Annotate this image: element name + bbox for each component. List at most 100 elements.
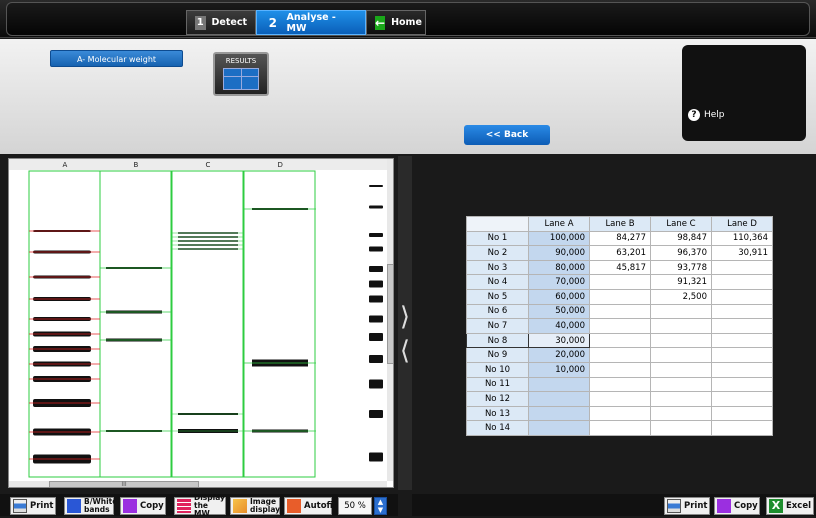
row-header[interactable]: No 1 [466, 230, 529, 247]
lane-d-cell[interactable] [711, 288, 773, 305]
table-row[interactable]: No 4 70,000 91,321 [466, 274, 773, 290]
lane-b-cell[interactable]: 84,277 [589, 230, 651, 247]
lane-a-cell[interactable]: 40,000 [528, 318, 590, 334]
table-row[interactable]: No 13 [466, 405, 773, 422]
help-button[interactable]: ? Help [688, 109, 725, 121]
table-row[interactable]: No 7 40,000 [466, 318, 773, 334]
autofit-button[interactable]: Autofit [284, 497, 337, 515]
table-row[interactable]: No 5 60,000 2,500 [466, 288, 773, 305]
vertical-scroll-thumb[interactable] [387, 264, 393, 364]
horizontal-scrollbar[interactable]: III [9, 481, 387, 487]
row-header[interactable]: No 10 [466, 361, 529, 378]
lane-d-cell[interactable] [711, 361, 773, 378]
lane-c-cell[interactable] [650, 332, 712, 349]
gel-image-viewer[interactable]: A B C D III [8, 158, 394, 488]
lane-b-cell[interactable] [589, 405, 651, 422]
lane-b-cell[interactable] [589, 303, 651, 320]
tab-home[interactable]: ← Home [366, 10, 426, 35]
results-button[interactable]: RESULTS [213, 52, 269, 96]
lane-a-cell[interactable]: 20,000 [528, 347, 590, 363]
lane-d-cell[interactable] [711, 259, 773, 276]
lane-c-cell[interactable]: 91,321 [650, 274, 712, 290]
table-row[interactable]: No 8 30,000 [466, 332, 773, 349]
table-row[interactable]: No 6 50,000 [466, 303, 773, 320]
lane-b-cell[interactable] [589, 420, 651, 436]
row-header[interactable]: No 14 [466, 420, 529, 436]
lane-a-cell[interactable]: 60,000 [528, 288, 590, 305]
lane-c-cell[interactable]: 98,847 [650, 230, 712, 247]
tab-detect[interactable]: 1 Detect [186, 10, 256, 35]
row-header[interactable]: No 11 [466, 376, 529, 393]
lane-a-cell[interactable]: 10,000 [528, 361, 590, 378]
row-header[interactable]: No 5 [466, 288, 529, 305]
table-row[interactable]: No 3 80,000 45,817 93,778 [466, 259, 773, 276]
lane-b-cell[interactable] [589, 332, 651, 349]
lane-b-cell[interactable] [589, 318, 651, 334]
lane-d-cell[interactable] [711, 274, 773, 290]
lane-a-cell[interactable] [528, 376, 590, 393]
bw-bands-button[interactable]: B/White bands [64, 497, 117, 515]
lane-c-cell[interactable] [650, 361, 712, 378]
lane-b-cell[interactable] [589, 361, 651, 378]
horizontal-scroll-thumb[interactable]: III [49, 481, 199, 487]
row-header[interactable]: No 4 [466, 274, 529, 290]
zoom-level-field[interactable]: 50 % [338, 497, 372, 515]
table-row[interactable]: No 10 10,000 [466, 361, 773, 378]
row-header[interactable]: No 2 [466, 245, 529, 261]
lane-a-cell[interactable]: 80,000 [528, 259, 590, 276]
back-button[interactable]: << Back [464, 125, 550, 145]
lane-c-cell[interactable] [650, 347, 712, 363]
lane-d-cell[interactable] [711, 391, 773, 407]
expand-left-icon[interactable]: ⟨ [398, 338, 412, 364]
lane-b-cell[interactable]: 45,817 [589, 259, 651, 276]
lane-d-cell[interactable] [711, 318, 773, 334]
table-row[interactable]: No 12 [466, 391, 773, 407]
lane-d-cell[interactable] [711, 420, 773, 436]
row-header[interactable]: No 7 [466, 318, 529, 334]
results-print-button[interactable]: Print [664, 497, 710, 515]
lane-a-cell[interactable] [528, 405, 590, 422]
lane-b-cell[interactable]: 63,201 [589, 245, 651, 261]
lane-a-cell[interactable] [528, 391, 590, 407]
zoom-spinner[interactable]: ▲ ▼ [374, 497, 387, 515]
row-header[interactable]: No 6 [466, 303, 529, 320]
row-header[interactable]: No 12 [466, 391, 529, 407]
row-header[interactable]: No 8 [466, 332, 529, 349]
results-copy-button[interactable]: Copy [714, 497, 760, 515]
lane-c-cell[interactable] [650, 420, 712, 436]
lane-c-cell[interactable]: 2,500 [650, 288, 712, 305]
lane-b-cell[interactable] [589, 288, 651, 305]
lane-d-cell[interactable]: 30,911 [711, 245, 773, 261]
lane-d-cell[interactable] [711, 332, 773, 349]
lane-a-cell[interactable]: 70,000 [528, 274, 590, 290]
molecular-weight-button[interactable]: A- Molecular weight [50, 50, 183, 67]
lane-a-cell[interactable]: 30,000 [528, 332, 590, 349]
table-row[interactable]: No 14 [466, 420, 773, 436]
display-mw-button[interactable]: Display the MW [174, 494, 226, 518]
lane-d-cell[interactable]: 110,364 [711, 230, 773, 247]
row-header[interactable]: No 3 [466, 259, 529, 276]
lane-b-cell[interactable] [589, 274, 651, 290]
lane-d-cell[interactable] [711, 303, 773, 320]
tab-analyse-mw[interactable]: 2 Analyse - MW [256, 10, 366, 35]
zoom-up-icon[interactable]: ▲ [375, 498, 386, 506]
table-row[interactable]: No 11 [466, 376, 773, 393]
table-row[interactable]: No 9 20,000 [466, 347, 773, 363]
zoom-down-icon[interactable]: ▼ [375, 506, 386, 514]
table-row[interactable]: No 1 100,000 84,277 98,847 110,364 [466, 230, 773, 247]
copy-button[interactable]: Copy [120, 497, 166, 515]
print-button[interactable]: Print [10, 497, 56, 515]
lane-b-cell[interactable] [589, 347, 651, 363]
row-header[interactable]: No 9 [466, 347, 529, 363]
table-row[interactable]: No 2 90,000 63,201 96,370 30,911 [466, 245, 773, 261]
row-header[interactable]: No 13 [466, 405, 529, 422]
lane-d-cell[interactable] [711, 347, 773, 363]
excel-button[interactable]: X Excel [766, 497, 814, 515]
lane-c-cell[interactable] [650, 318, 712, 334]
lane-a-cell[interactable] [528, 420, 590, 436]
lane-c-cell[interactable]: 93,778 [650, 259, 712, 276]
lane-c-cell[interactable] [650, 405, 712, 422]
lane-a-cell[interactable]: 100,000 [528, 230, 590, 247]
lane-a-cell[interactable]: 50,000 [528, 303, 590, 320]
lane-d-cell[interactable] [711, 376, 773, 393]
